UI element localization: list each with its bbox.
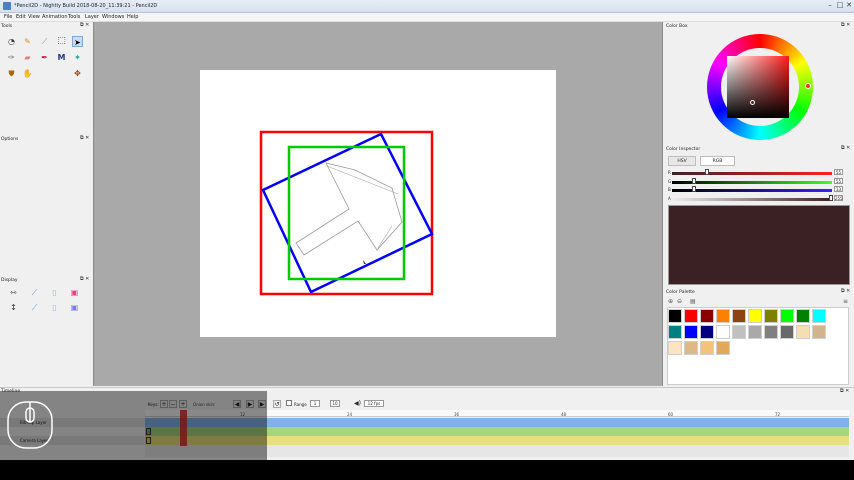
b-slider-handle[interactable]	[692, 186, 696, 192]
loop-button[interactable]: ↺	[273, 400, 281, 408]
saturation-value-square[interactable]	[727, 56, 789, 118]
palette-swatch[interactable]	[780, 309, 794, 323]
a-slider-handle[interactable]	[829, 195, 833, 201]
a-value[interactable]: 255	[834, 195, 843, 201]
color-box-controls[interactable]: ⧉ ✕	[841, 22, 850, 28]
palette-swatch[interactable]	[700, 309, 714, 323]
palette-swatch[interactable]	[780, 325, 794, 339]
sound-icon[interactable]: ◀)	[354, 400, 361, 407]
color-box-title: Color Box	[666, 24, 688, 29]
palette-swatch[interactable]	[748, 325, 762, 339]
channel-g-label: G	[668, 179, 672, 184]
b-slider[interactable]	[672, 189, 832, 192]
add-color-icon[interactable]: ⊕	[668, 298, 673, 305]
palette-swatch[interactable]	[764, 309, 778, 323]
tab-rgb[interactable]: RGB	[700, 156, 735, 166]
palette-swatch[interactable]	[716, 309, 730, 323]
b-value[interactable]: 33	[834, 186, 843, 192]
g-slider[interactable]	[672, 181, 832, 184]
bottom-bar	[0, 460, 854, 480]
sketch-lines	[326, 165, 399, 249]
color-palette-title: Color Palette	[666, 290, 695, 295]
channel-r-label: R	[668, 170, 671, 175]
color-palette-controls[interactable]: ⧉ ✕	[841, 288, 850, 294]
range-end[interactable]: 10	[330, 400, 340, 407]
range-label: Range	[294, 402, 307, 407]
range-start[interactable]: 1	[310, 400, 320, 407]
palette-menu-icon[interactable]: ≡	[843, 298, 848, 305]
hue-picker-cursor[interactable]	[805, 83, 811, 89]
ruler-label: 72	[775, 412, 781, 417]
palette-swatch[interactable]	[684, 309, 698, 323]
palette-swatch[interactable]	[764, 325, 778, 339]
palette-swatch[interactable]	[716, 341, 730, 355]
arrow-sketch	[295, 162, 403, 256]
palette-view-icon[interactable]: ▤	[690, 298, 696, 305]
r-value[interactable]: 55	[834, 169, 843, 175]
palette-swatch[interactable]	[812, 309, 826, 323]
palette-swatch[interactable]	[732, 325, 746, 339]
palette-swatch[interactable]	[668, 341, 682, 355]
palette-swatch[interactable]	[796, 309, 810, 323]
palette-swatch[interactable]	[668, 309, 682, 323]
a-slider[interactable]	[672, 198, 832, 201]
timeline-controls[interactable]: ⧉ ✕	[840, 388, 849, 394]
ruler-label: 60	[668, 412, 674, 417]
g-value[interactable]: 55	[834, 178, 843, 184]
channel-b-label: B	[668, 187, 671, 192]
palette-swatch[interactable]	[732, 309, 746, 323]
mouse-overlay-icon	[7, 401, 53, 449]
channel-a-label: A	[668, 196, 671, 201]
g-slider-handle[interactable]	[692, 178, 696, 184]
palette-swatch[interactable]	[684, 325, 698, 339]
cursor-arrow	[363, 260, 366, 264]
green-frame	[287, 145, 406, 281]
palette-swatch[interactable]	[748, 309, 762, 323]
color-picker-cursor[interactable]	[750, 100, 755, 105]
ruler-label: 36	[454, 412, 460, 417]
remove-color-icon[interactable]: ⊖	[677, 298, 682, 305]
palette-swatch[interactable]	[700, 341, 714, 355]
fps-field[interactable]: 12 fps	[364, 400, 384, 407]
palette-swatch[interactable]	[668, 325, 682, 339]
r-slider[interactable]	[672, 172, 832, 175]
tab-hsv[interactable]: HSV	[668, 156, 696, 166]
palette-swatch[interactable]	[684, 341, 698, 355]
palette-swatch[interactable]	[716, 325, 730, 339]
color-inspector-controls[interactable]: ⧉ ✕	[841, 145, 850, 151]
color-inspector-title: Color Inspector	[666, 147, 701, 152]
palette-swatch[interactable]	[812, 325, 826, 339]
palette-swatch[interactable]	[700, 325, 714, 339]
color-preview	[668, 205, 850, 285]
r-slider-handle[interactable]	[705, 169, 709, 175]
ruler-label: 24	[347, 412, 353, 417]
palette-swatch[interactable]	[796, 325, 810, 339]
ruler-label: 48	[561, 412, 567, 417]
red-camera-frame	[259, 130, 434, 296]
range-checkbox[interactable]	[286, 400, 292, 406]
